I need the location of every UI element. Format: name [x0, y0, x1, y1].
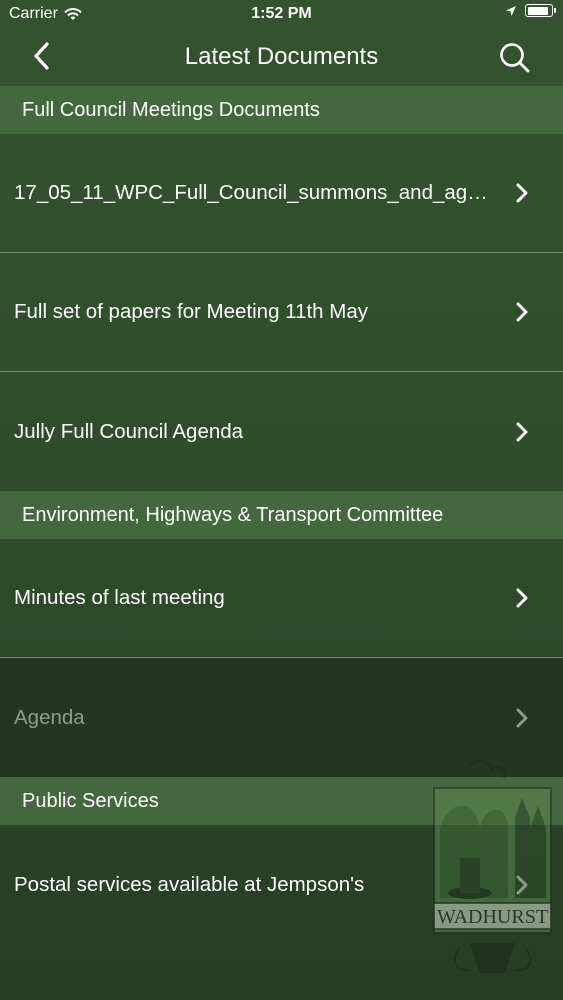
chevron-right-icon: [516, 183, 528, 203]
chevron-right-icon: [516, 422, 528, 441]
document-row[interactable]: 17_05_11_WPC_Full_Council_summons_and_ag…: [0, 134, 563, 253]
section-header-full-council: Full Council Meetings Documents: [0, 86, 563, 134]
battery-fill: [527, 6, 548, 15]
chevron-right-icon: [516, 875, 528, 894]
page-title: Latest Documents: [184, 43, 379, 70]
document-row[interactable]: Postal services available at Jempson's: [0, 825, 563, 944]
location-arrow-icon: [506, 5, 516, 16]
document-row[interactable]: Jully Full Council Agenda: [0, 372, 563, 491]
chevron-right-icon: [516, 708, 528, 727]
search-icon: [500, 43, 530, 73]
document-label: Full set of papers for Meeting 11th May: [14, 300, 368, 323]
status-time: 1:52 PM: [251, 5, 312, 22]
document-label: Agenda: [14, 705, 85, 729]
document-label: Minutes of last meeting: [14, 586, 225, 609]
navigation-bar: Latest Documents: [0, 30, 563, 85]
chevron-right-icon: [516, 588, 528, 608]
section-header-public-services: Public Services: [0, 777, 563, 825]
document-label: 17_05_11_WPC_Full_Council_summons_and_ag…: [14, 181, 494, 204]
status-right: [505, 4, 556, 17]
document-row[interactable]: Minutes of last meeting: [0, 539, 563, 658]
search-button[interactable]: [497, 40, 533, 76]
document-label: Jully Full Council Agenda: [14, 419, 244, 443]
section-header-environment: Environment, Highways & Transport Commit…: [0, 491, 563, 539]
documents-list: Full Council Meetings Documents 17_05_11…: [0, 86, 563, 944]
document-row[interactable]: Full set of papers for Meeting 11th May: [0, 253, 563, 372]
document-label: Postal services available at Jempson's: [14, 872, 365, 896]
status-bar: Carrier 1:52 PM: [0, 0, 563, 30]
app-screen: Carrier 1:52 PM Latest Documents Full Co…: [0, 0, 563, 1000]
document-row-selected[interactable]: Agenda: [0, 658, 563, 777]
battery-icon: [525, 4, 556, 17]
chevron-right-icon: [516, 302, 528, 322]
